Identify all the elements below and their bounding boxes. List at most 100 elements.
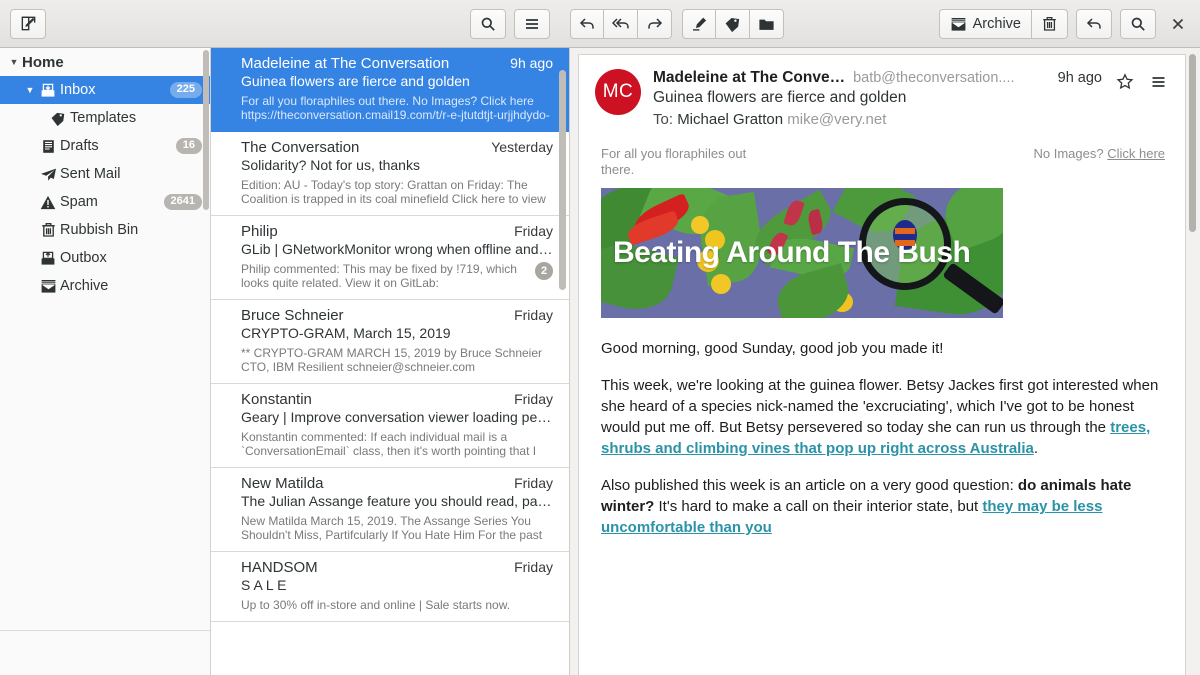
email-body-text: This week, we're looking at the guinea f… bbox=[601, 377, 1158, 436]
sidebar-item-label: Sent Mail bbox=[60, 166, 202, 182]
conversation-row[interactable]: Madeleine at The Conversation9h agoGuine… bbox=[211, 48, 569, 132]
conversation-date: Yesterday bbox=[491, 139, 553, 155]
sidebar-account-home[interactable]: ▼ Home bbox=[0, 48, 210, 76]
conversation-viewer: MC Madeleine at The Conve… batb@theconve… bbox=[570, 48, 1200, 675]
conversation-date: 9h ago bbox=[510, 55, 553, 71]
conversation-preview-text: Edition: AU - Today's top story: Grattan… bbox=[241, 178, 553, 206]
sent-icon bbox=[38, 167, 58, 182]
reply-button[interactable] bbox=[570, 9, 604, 39]
move-folder-icon[interactable] bbox=[750, 9, 784, 39]
conversation-sender: Bruce Schneier bbox=[241, 307, 504, 324]
email-body: For all you floraphiles out there. No Im… bbox=[579, 138, 1185, 558]
sidebar-item-inbox[interactable]: ▼ Inbox 225 bbox=[0, 76, 210, 104]
sidebar-item-label: Rubbish Bin bbox=[60, 222, 202, 238]
message-actions-group bbox=[570, 9, 784, 39]
archive-trash-group: Archive bbox=[939, 9, 1068, 39]
email-preheader: For all you floraphiles out there. No Im… bbox=[601, 138, 1165, 188]
conversation-preview-text: ** CRYPTO-GRAM MARCH 15, 2019 by Bruce S… bbox=[241, 346, 553, 374]
sidebar-item-label: Outbox bbox=[60, 250, 202, 266]
email-paragraph: Good morning, good Sunday, good job you … bbox=[601, 338, 1165, 359]
sidebar-item-label: Spam bbox=[60, 194, 158, 210]
email-paragraph: Also published this week is an article o… bbox=[601, 475, 1165, 538]
undo-button[interactable] bbox=[1076, 9, 1112, 39]
reply-group bbox=[570, 9, 672, 39]
search-button[interactable] bbox=[470, 9, 506, 39]
conversation-preview: Edition: AU - Today's top story: Grattan… bbox=[241, 178, 553, 206]
email-header-main: Madeleine at The Conve… batb@theconversa… bbox=[653, 69, 1102, 128]
email-menu-icon[interactable] bbox=[1150, 75, 1167, 89]
conversation-row[interactable]: KonstantinFridayGeary | Improve conversa… bbox=[211, 384, 569, 468]
compose-button[interactable] bbox=[10, 9, 46, 39]
email-body-text: It's hard to make a call on their interi… bbox=[654, 498, 982, 515]
drafts-icon bbox=[38, 139, 58, 154]
conversation-sender: HANDSOM bbox=[241, 559, 504, 576]
conversation-row[interactable]: New MatildaFridayThe Julian Assange feat… bbox=[211, 468, 569, 552]
main-menu-button[interactable] bbox=[514, 9, 550, 39]
banner-title: Beating Around The Bush bbox=[613, 236, 970, 270]
conversation-preview: Konstantin commented: If each individual… bbox=[241, 430, 553, 458]
sidebar-item-sent-mail[interactable]: Sent Mail bbox=[0, 160, 210, 188]
conversation-row[interactable]: HANDSOMFridayS A L EUp to 30% off in-sto… bbox=[211, 552, 569, 622]
header-right-group: Archive bbox=[939, 9, 1192, 39]
conversation-subject: The Julian Assange feature you should re… bbox=[241, 493, 553, 509]
show-images-link[interactable]: Click here bbox=[1107, 146, 1165, 161]
sidebar-scrollbar[interactable] bbox=[203, 50, 209, 210]
conversation-count-badge: 2 bbox=[535, 262, 553, 280]
sidebar-item-drafts[interactable]: Drafts16 bbox=[0, 132, 210, 160]
conversation-date: Friday bbox=[514, 559, 553, 575]
archive-icon bbox=[950, 17, 967, 32]
conversation-sender: Konstantin bbox=[241, 391, 504, 408]
conversation-preview: ** CRYPTO-GRAM MARCH 15, 2019 by Bruce S… bbox=[241, 346, 553, 374]
conversation-row[interactable]: The ConversationYesterdaySolidarity? Not… bbox=[211, 132, 569, 216]
conversation-sender: The Conversation bbox=[241, 139, 481, 156]
sidebar-item-templates[interactable]: Templates bbox=[0, 104, 210, 132]
spam-icon bbox=[38, 195, 58, 210]
conversation-row[interactable]: Bruce SchneierFridayCRYPTO-GRAM, March 1… bbox=[211, 300, 569, 384]
window-close-button[interactable] bbox=[1164, 10, 1192, 38]
no-images-notice: No Images? Click here bbox=[1033, 146, 1165, 178]
header-left-group bbox=[0, 9, 230, 39]
geary-mail-window: Home Inbox (225) bbox=[0, 0, 1200, 675]
sidebar-item-label: Archive bbox=[60, 278, 202, 294]
chevron-down-icon: ▼ bbox=[6, 57, 22, 67]
conversation-list-scrollbar[interactable] bbox=[559, 70, 566, 290]
chevron-down-icon[interactable]: ▼ bbox=[22, 85, 38, 95]
mark-highlighter-icon[interactable] bbox=[682, 9, 716, 39]
conversation-preview-text: Philip commented: This may be fixed by !… bbox=[241, 262, 527, 290]
sidebar-item-outbox[interactable]: Outbox bbox=[0, 244, 210, 272]
forward-button[interactable] bbox=[638, 9, 672, 39]
star-icon[interactable] bbox=[1116, 73, 1134, 91]
sidebar-item-rubbish-bin[interactable]: Rubbish Bin bbox=[0, 216, 210, 244]
conversation-subject: GLib | GNetworkMonitor wrong when offlin… bbox=[241, 241, 553, 257]
email-body-text: . bbox=[1034, 440, 1038, 457]
archive-button[interactable]: Archive bbox=[939, 9, 1032, 39]
conversation-sender: New Matilda bbox=[241, 475, 504, 492]
email-recipients: To: Michael Gratton mike@very.net bbox=[653, 111, 1102, 128]
avatar: MC bbox=[595, 69, 641, 115]
sidebar-item-label: Inbox bbox=[60, 82, 164, 98]
recipient-name: Michael Gratton bbox=[677, 111, 783, 128]
conversation-date: Friday bbox=[514, 223, 553, 239]
conversation-preview: New Matilda March 15, 2019. The Assange … bbox=[241, 514, 553, 542]
unread-count-badge: 225 bbox=[170, 82, 202, 98]
header-bar: Home Inbox (225) bbox=[0, 0, 1200, 48]
label-tag-icon[interactable] bbox=[716, 9, 750, 39]
sidebar-item-spam[interactable]: Spam2641 bbox=[0, 188, 210, 216]
preheader-text: For all you floraphiles out there. bbox=[601, 146, 776, 178]
archive-button-label: Archive bbox=[973, 16, 1021, 32]
conversation-row[interactable]: PhilipFridayGLib | GNetworkMonitor wrong… bbox=[211, 216, 569, 300]
sidebar-item-archive[interactable]: Archive bbox=[0, 272, 210, 300]
list-tools-group bbox=[470, 9, 550, 39]
conversation-preview-text: For all you floraphiles out there. No Im… bbox=[241, 94, 553, 122]
reply-all-button[interactable] bbox=[604, 9, 638, 39]
email-card: MC Madeleine at The Conve… batb@theconve… bbox=[578, 54, 1186, 675]
folder-sidebar[interactable]: ▼ Home ▼ Inbox 225 TemplatesDrafts16 Sent Ma… bbox=[0, 48, 211, 675]
inbox-icon bbox=[38, 83, 58, 98]
no-images-label: No Images? bbox=[1033, 146, 1103, 161]
conversation-subject: Geary | Improve conversation viewer load… bbox=[241, 409, 553, 425]
delete-button[interactable] bbox=[1032, 9, 1068, 39]
conversation-list[interactable]: abtlnk.editorial.theguardian.com/mpss/c/… bbox=[211, 48, 570, 675]
sender-name: Madeleine at The Conve… bbox=[653, 69, 845, 87]
find-button[interactable] bbox=[1120, 9, 1156, 39]
reader-scrollbar[interactable] bbox=[1189, 54, 1196, 232]
